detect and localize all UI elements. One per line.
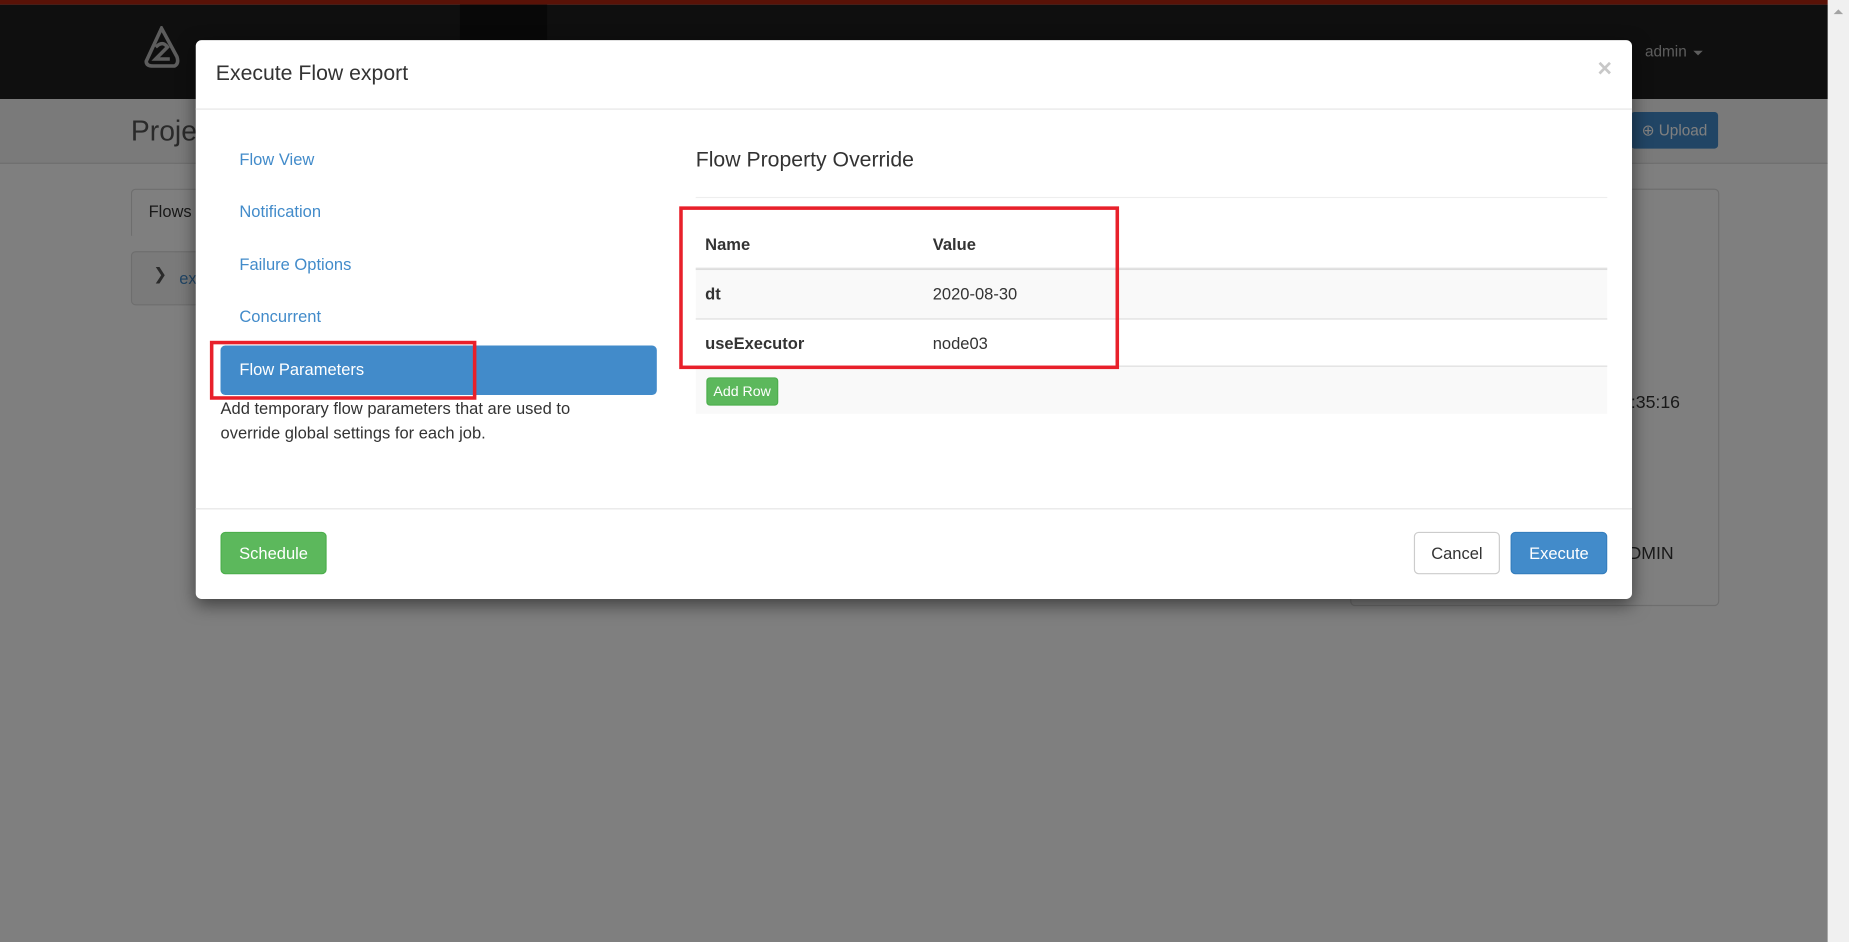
nav-concurrent[interactable]: Concurrent <box>239 307 321 326</box>
scroll-up-icon[interactable] <box>1833 9 1844 15</box>
schedule-button[interactable]: Schedule <box>220 531 327 575</box>
scrollbar[interactable] <box>1827 0 1849 942</box>
nav-failure-options[interactable]: Failure Options <box>239 255 351 274</box>
modal-title: Execute Flow export <box>215 61 409 85</box>
divider <box>695 196 1608 199</box>
close-icon[interactable]: × <box>1598 55 1612 83</box>
help-text: Add temporary flow parameters that are u… <box>220 398 571 443</box>
nav-notification[interactable]: Notification <box>239 202 321 221</box>
footer-divider <box>195 508 1633 510</box>
section-title: Flow Property Override <box>695 147 914 171</box>
modal-header: Execute Flow export × <box>195 40 1633 110</box>
highlight-box-nav <box>209 340 477 400</box>
execute-flow-modal: Execute Flow export × Flow View Notifica… <box>195 40 1633 600</box>
cancel-button[interactable]: Cancel <box>1413 531 1500 575</box>
highlight-box-table <box>679 206 1120 370</box>
nav-flow-view[interactable]: Flow View <box>239 150 314 169</box>
execute-button[interactable]: Execute <box>1510 531 1608 575</box>
add-row-area: Add Row <box>695 365 1608 414</box>
add-row-button[interactable]: Add Row <box>706 377 778 406</box>
